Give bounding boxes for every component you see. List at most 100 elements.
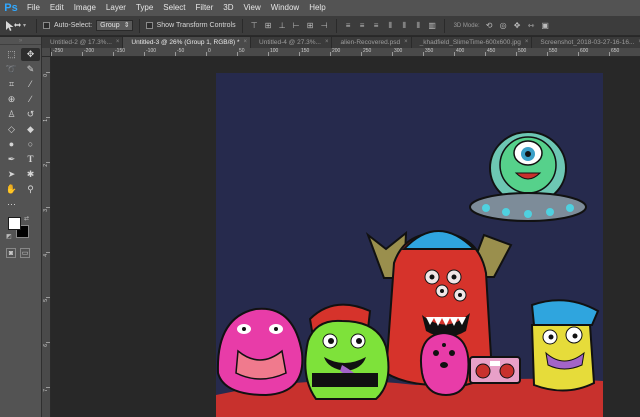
document-tab[interactable]: Untitled-4 @ 27.3%... × xyxy=(251,37,333,48)
ruler-tick xyxy=(46,207,50,208)
auto-align-icon[interactable]: ▥ xyxy=(427,20,438,31)
distribute-right-icon[interactable]: ⦀ xyxy=(413,20,424,31)
menu-3d[interactable]: 3D xyxy=(218,0,238,16)
ruler-tick-label: 600 xyxy=(580,48,589,54)
blur-tool-icon[interactable]: ● xyxy=(2,138,21,151)
more-tools-icon[interactable]: ⋯ xyxy=(2,198,21,211)
distribute-top-icon[interactable]: ≡ xyxy=(343,20,354,31)
menu-select[interactable]: Select xyxy=(158,0,190,16)
eyedropper-tool-icon[interactable]: ⁄ xyxy=(21,78,40,91)
panel-collapse-handle[interactable]: » xyxy=(0,37,41,45)
3d-pan-icon[interactable]: ✥ xyxy=(512,20,523,31)
hand-tool-icon[interactable]: ✋ xyxy=(2,183,21,196)
align-right-icon[interactable]: ⊣ xyxy=(319,20,330,31)
menu-image[interactable]: Image xyxy=(69,0,101,16)
distribute-buttons: ≡ ≡ ≡ ⦀ ⦀ ⦀ ▥ xyxy=(343,20,438,31)
photoshop-logo-icon: Ps xyxy=(4,2,18,14)
menu-help[interactable]: Help xyxy=(304,0,330,16)
document-tab[interactable]: Untitled-2 @ 17.3%... × xyxy=(42,37,124,48)
distribute-left-icon[interactable]: ⦀ xyxy=(385,20,396,31)
align-bottom-icon[interactable]: ⊥ xyxy=(277,20,288,31)
quick-mask-icon[interactable]: ◙ xyxy=(6,248,16,258)
eraser-tool-icon[interactable]: ◇ xyxy=(2,123,21,136)
align-hcenter-icon[interactable]: ⊞ xyxy=(305,20,316,31)
menu-view[interactable]: View xyxy=(239,0,266,16)
distribute-bottom-icon[interactable]: ≡ xyxy=(371,20,382,31)
default-colors-icon[interactable]: ◩ xyxy=(6,233,12,240)
document-tab[interactable]: Untitled-3 @ 26% (Group 1, RGB/8) * × xyxy=(123,37,252,48)
3d-slide-icon[interactable]: ⇿ xyxy=(526,20,537,31)
swap-colors-icon[interactable]: ⇄ xyxy=(24,215,29,222)
foreground-color-swatch[interactable] xyxy=(8,217,21,230)
document-canvas[interactable] xyxy=(216,73,603,417)
menu-type[interactable]: Type xyxy=(131,0,158,16)
custom-shape-tool-icon[interactable]: ✱ xyxy=(21,168,40,181)
auto-select-dropdown[interactable]: Group xyxy=(96,20,133,31)
quick-select-tool-icon[interactable]: ✎ xyxy=(21,63,40,76)
document-tab-label: Screenshot_2018-03-27-16-16... xyxy=(540,39,635,46)
brush-tool-icon[interactable]: ∕ xyxy=(21,93,40,106)
close-icon[interactable]: × xyxy=(525,37,529,48)
3d-rotate-icon[interactable]: ⟲ xyxy=(484,20,495,31)
menu-filter[interactable]: Filter xyxy=(191,0,219,16)
path-selection-tool-icon[interactable]: ➤ xyxy=(2,168,21,181)
screen-mode-icon[interactable]: ▭ xyxy=(20,248,30,258)
zoom-tool-icon[interactable]: ⚲ xyxy=(21,183,40,196)
pink-small-monster xyxy=(420,331,470,397)
align-buttons: ⊤ ⊞ ⊥ ⊢ ⊞ ⊣ xyxy=(249,20,330,31)
ruler-tick-label: 250 xyxy=(363,48,372,54)
align-top-icon[interactable]: ⊤ xyxy=(249,20,260,31)
crop-tool-icon[interactable]: ⌗ xyxy=(2,78,21,91)
document-tab[interactable]: alien-Recovered.psd × xyxy=(332,37,412,48)
align-left-icon[interactable]: ⊢ xyxy=(291,20,302,31)
3d-mode-buttons: ⟲ ◎ ✥ ⇿ ▣ xyxy=(484,20,551,31)
ruler-tick xyxy=(113,52,114,56)
ruler-tick-label: 650 xyxy=(611,48,620,54)
vertical-ruler[interactable]: 0 1 2 3 4 5 6 7 xyxy=(42,57,51,417)
document-tab[interactable]: _khadfield_SlimeTime-600x600.jpg × xyxy=(412,37,533,48)
close-icon[interactable]: × xyxy=(244,37,248,48)
ruler-tick xyxy=(361,52,362,56)
menu-file[interactable]: File xyxy=(22,0,45,16)
ruler-tick-label: 500 xyxy=(518,48,527,54)
type-tool-icon[interactable]: T xyxy=(21,153,40,166)
3d-scale-icon[interactable]: ▣ xyxy=(540,20,551,31)
divider xyxy=(443,18,445,33)
yellow-monster xyxy=(530,299,600,392)
close-icon[interactable]: × xyxy=(404,37,408,48)
distribute-hcenter-icon[interactable]: ⦀ xyxy=(399,20,410,31)
document-tab[interactable]: Screenshot_2018-03-27-16-16...× xyxy=(532,37,640,48)
ruler-tick xyxy=(578,52,579,56)
ruler-tick-label: -200 xyxy=(84,48,95,54)
ruler-tick-label: 550 xyxy=(549,48,558,54)
chevron-down-icon: ▾ xyxy=(23,23,27,29)
ruler-tick-label: 350 xyxy=(425,48,434,54)
ruler-origin[interactable] xyxy=(42,48,51,57)
close-icon[interactable]: × xyxy=(325,37,329,48)
clone-stamp-tool-icon[interactable]: ♙ xyxy=(2,108,21,121)
auto-select-checkbox[interactable] xyxy=(43,22,50,29)
document-tab-label: alien-Recovered.psd xyxy=(340,39,401,46)
menu-edit[interactable]: Edit xyxy=(45,0,69,16)
menu-layer[interactable]: Layer xyxy=(101,0,131,16)
move-tool-icon[interactable]: ✥ xyxy=(21,48,40,61)
pen-tool-icon[interactable]: ✒ xyxy=(2,153,21,166)
distribute-vcenter-icon[interactable]: ≡ xyxy=(357,20,368,31)
move-tool-preset-picker[interactable]: ▾ xyxy=(4,19,30,33)
show-transform-checkbox[interactable] xyxy=(145,22,153,29)
3d-roll-icon[interactable]: ◎ xyxy=(498,20,509,31)
menu-window[interactable]: Window xyxy=(266,0,304,16)
divider xyxy=(36,18,37,33)
marquee-tool-icon[interactable]: ⬚ xyxy=(2,48,21,61)
close-icon[interactable]: × xyxy=(116,37,120,48)
paint-bucket-tool-icon[interactable]: ◆ xyxy=(21,123,40,136)
healing-brush-tool-icon[interactable]: ⊕ xyxy=(2,93,21,106)
ruler-tick xyxy=(609,52,610,56)
align-vcenter-icon[interactable]: ⊞ xyxy=(263,20,274,31)
history-brush-tool-icon[interactable]: ↺ xyxy=(21,108,40,121)
lasso-tool-icon[interactable]: ➰ xyxy=(2,63,21,76)
dodge-tool-icon[interactable]: ○ xyxy=(21,138,40,151)
ruler-tick xyxy=(144,52,145,56)
horizontal-ruler[interactable]: -250 -200 -150 -100 -50 0 50 100 150 200 250 300 350… xyxy=(51,48,640,57)
document-tab-label: Untitled-3 @ 26% (Group 1, RGB/8) * xyxy=(131,39,240,46)
